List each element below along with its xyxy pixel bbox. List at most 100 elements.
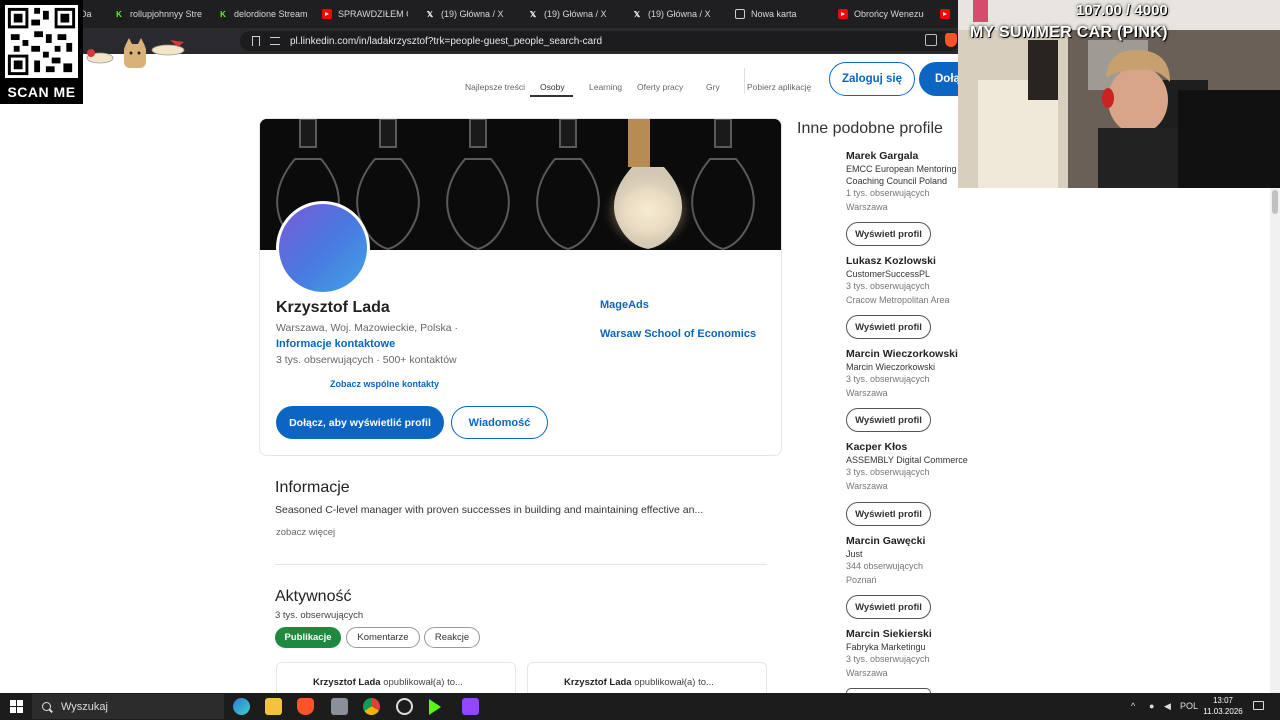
obs-icon[interactable] <box>396 698 413 715</box>
edge-icon[interactable] <box>233 698 250 715</box>
browser-tab[interactable]: 𝕏 (19) Główna / X <box>632 4 722 24</box>
profile-location: Warszawa, Woj. Mazowieckie, Polska · <box>276 322 459 334</box>
browser-tab[interactable]: 𝕏 (19) Główna / X <box>425 4 515 24</box>
qr-code-overlay: SCAN ME <box>0 0 83 104</box>
contact-info-link[interactable]: Informacje kontaktowe <box>276 338 395 350</box>
similar-profile-item[interactable]: Marcin Wieczorkowski Marcin Wieczorkowsk… <box>846 348 958 400</box>
webcam-counter: 107.00 / 4000 <box>1076 2 1168 19</box>
message-button[interactable]: Wiadomość <box>451 406 548 439</box>
view-profile-button[interactable]: Wyświetl profil <box>846 222 931 246</box>
tab-label: rollupjohnnyy Strea <box>130 9 202 19</box>
browser-tab[interactable]: Nowa karta <box>735 4 815 24</box>
file-explorer-icon[interactable] <box>265 698 282 715</box>
chrome-icon[interactable] <box>363 698 380 715</box>
see-more-link[interactable]: zobacz więcej <box>276 527 335 538</box>
app-icon[interactable] <box>331 698 348 715</box>
url-text[interactable]: pl.linkedin.com/in/ladakrzysztof?trk=peo… <box>290 36 602 47</box>
education-link[interactable]: Warsaw School of Economics <box>600 328 756 340</box>
similar-profile-item[interactable]: Lukasz Kozlowski CustomerSuccessPL 3 tys… <box>846 255 950 307</box>
tab-label: delordione Stream <box>234 9 308 19</box>
similar-profile-followers: 3 tys. obserwujących <box>846 374 930 384</box>
post-author: Krzysztof Lada <box>564 677 632 688</box>
address-bar[interactable]: pl.linkedin.com/in/ladakrzysztof?trk=peo… <box>240 31 960 51</box>
notifications-icon[interactable] <box>1253 701 1264 710</box>
similar-profile-item[interactable]: Marek Gargala EMCC European Mentoring Co… <box>846 150 957 214</box>
kick-app-icon[interactable] <box>429 699 441 715</box>
view-profile-button[interactable]: Wyświetl profil <box>846 315 931 339</box>
post-summary: Krzysztof Lada opublikował(a) to... <box>564 677 714 688</box>
tab-label: Obrońcy Wenezuel <box>854 9 924 19</box>
activity-heading: Aktywność <box>275 588 352 605</box>
kick-icon: K <box>220 9 226 19</box>
brave-browser-icon[interactable] <box>297 698 314 715</box>
similar-profile-location: Warszawa <box>846 667 888 678</box>
similar-profile-name: Marek Gargala <box>846 150 919 162</box>
post-author: Krzysztof Lada <box>313 677 381 688</box>
share-icon[interactable] <box>925 34 937 46</box>
taskbar-search-label: Wyszukaj <box>61 700 108 713</box>
site-settings-icon[interactable] <box>270 37 280 45</box>
browser-tab[interactable]: 𝕏 (19) Główna / X <box>528 4 618 24</box>
view-profile-button[interactable]: Wyświetl profil <box>846 595 931 619</box>
youtube-icon <box>940 9 950 19</box>
profile-stats: 3 tys. obserwujących · 500+ kontaktów <box>276 354 457 366</box>
join-to-view-profile-button[interactable]: Dołącz, aby wyświetlić profil <box>276 406 444 439</box>
tray-overflow-icon[interactable]: ^ <box>1131 701 1135 711</box>
browser-tab[interactable]: SPRAWDZIŁEM CZY <box>322 4 408 24</box>
browser-tab[interactable] <box>940 4 954 24</box>
taskbar-clock[interactable]: 13:07 11.03.2026 <box>1200 695 1246 717</box>
x-icon: 𝕏 <box>633 9 641 19</box>
browser-tab[interactable]: Krollupjohnnyy Strea <box>114 4 202 24</box>
browser-tab[interactable]: Obrońcy Wenezuel <box>838 4 924 24</box>
post-action: opublikował(a) to... <box>380 677 463 688</box>
filter-reactions[interactable]: Reakcje <box>424 627 480 648</box>
similar-profile-name: Marcin Wieczorkowski <box>846 348 958 360</box>
similar-profile-item[interactable]: Kacper Kłos ASSEMBLY Digital Commerce 3 … <box>846 441 968 493</box>
login-button[interactable]: Zaloguj się <box>829 62 915 96</box>
similar-profile-followers: 3 tys. obserwujących <box>846 654 930 664</box>
brave-shields-icon[interactable] <box>945 33 957 47</box>
nav-top-content[interactable]: Najlepsze treści <box>465 82 525 92</box>
tab-label: (19) Główna / X <box>441 9 504 19</box>
browser-tab[interactable]: Da <box>80 4 102 24</box>
mutual-connections-link[interactable]: Zobacz wspólne kontakty <box>330 379 439 389</box>
about-heading: Informacje <box>275 479 350 496</box>
filter-posts[interactable]: Publikacje <box>275 627 341 648</box>
nav-games[interactable]: Gry <box>706 82 720 92</box>
similar-profile-headline: Just <box>846 549 863 559</box>
activity-followers: 3 tys. obserwujących <box>275 610 364 621</box>
similar-profile-followers: 3 tys. obserwujących <box>846 281 930 291</box>
similar-profile-followers: 1 tys. obserwujących <box>846 188 930 198</box>
browser-tab[interactable]: Kdelordione Stream <box>218 4 308 24</box>
app-icon[interactable] <box>462 698 479 715</box>
clock-time: 13:07 <box>1212 696 1234 705</box>
current-company-link[interactable]: MageAds <box>600 299 649 311</box>
view-profile-button[interactable]: Wyświetl profil <box>846 502 931 526</box>
view-profile-button[interactable]: Wyświetl profil <box>846 408 931 432</box>
similar-profile-followers: 3 tys. obserwujących <box>846 467 930 477</box>
x-icon: 𝕏 <box>426 9 434 19</box>
similar-profile-location: Warszawa <box>846 480 888 491</box>
similar-profile-name: Lukasz Kozlowski <box>846 255 936 267</box>
language-indicator[interactable]: POL <box>1180 701 1198 711</box>
taskbar-search[interactable]: Wyszukaj <box>32 694 224 719</box>
windows-start-icon[interactable] <box>10 700 23 713</box>
tab-label: SPRAWDZIŁEM CZY <box>338 9 408 19</box>
scrollbar[interactable] <box>1270 188 1280 693</box>
scrollbar-thumb[interactable] <box>1272 190 1278 214</box>
speaker-icon[interactable]: ◀ <box>1164 701 1171 712</box>
nav-learning[interactable]: Learning <box>589 82 622 92</box>
bookmark-icon[interactable] <box>252 36 260 46</box>
similar-profile-headline: Fabryka Marketingu <box>846 642 926 652</box>
similar-profile-item[interactable]: Marcin Siekierski Fabryka Marketingu 3 t… <box>846 628 932 680</box>
nav-people[interactable]: Osoby <box>540 82 565 92</box>
similar-profile-followers: 344 obserwujących <box>846 561 924 571</box>
nav-jobs[interactable]: Oferty pracy <box>637 82 683 92</box>
microphone-icon[interactable]: ● <box>1149 701 1154 711</box>
filter-comments[interactable]: Komentarze <box>346 627 420 648</box>
similar-profile-item[interactable]: Marcin Gawęcki Just 344 obserwujących Po… <box>846 535 925 587</box>
youtube-icon <box>838 9 848 19</box>
nav-divider <box>744 68 745 94</box>
similar-profiles-heading: Inne podobne profile <box>797 120 943 137</box>
nav-get-app[interactable]: Pobierz aplikację <box>747 82 811 92</box>
